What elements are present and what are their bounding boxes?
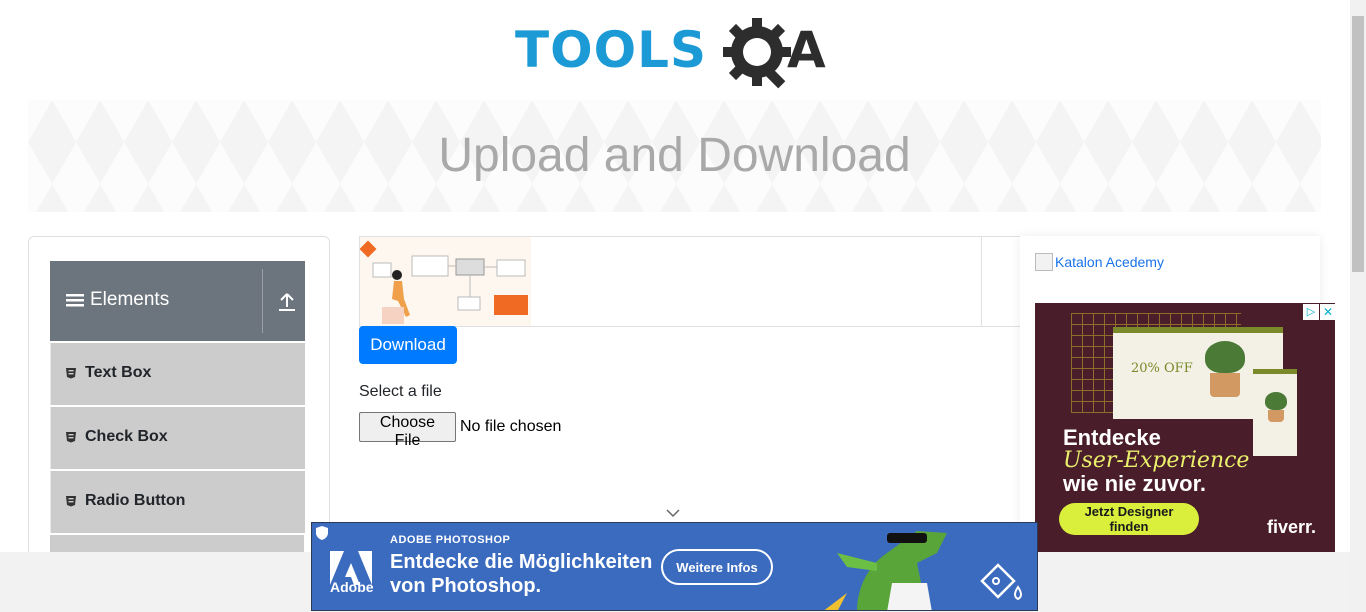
ad-headline-3: wie nie zuvor. xyxy=(1063,471,1207,496)
sidebar-item-label: Check Box xyxy=(65,428,168,446)
group-title-label: Elements xyxy=(90,289,170,310)
hero-image-frame xyxy=(359,236,1021,327)
image-frame-divider xyxy=(981,237,982,326)
adobe-headline-1: Entdecke die Möglichkeiten xyxy=(390,551,653,573)
sidebar-item-radio-button[interactable]: Radio Button xyxy=(50,470,305,533)
katalon-ad-link[interactable]: Katalon Acedemy xyxy=(1035,253,1164,271)
adobe-product-label: ADOBE PHOTOSHOP xyxy=(390,534,511,546)
adobe-ad-banner[interactable]: Adobe ADOBE PHOTOSHOP Entdecke die Mögli… xyxy=(311,522,1038,611)
page-banner: Upload and Download xyxy=(28,100,1321,212)
page-title: Upload and Download xyxy=(438,129,911,182)
sidebar-item-text-box[interactable]: Text Box xyxy=(50,342,305,405)
adobe-headline-2: von Photoshop. xyxy=(390,575,542,597)
close-icon[interactable]: ✕ xyxy=(1320,304,1335,320)
shield-icon[interactable] xyxy=(316,526,328,540)
ad-mockup-small-card xyxy=(1253,369,1297,456)
plant-image xyxy=(1205,341,1245,397)
ad-offer-text: 20% OFF xyxy=(1131,361,1193,376)
toolsqa-logo[interactable]: TOOLS A xyxy=(515,14,840,92)
paint-bucket-icon xyxy=(980,563,1022,601)
katalon-alt-text: Katalon Acedemy xyxy=(1055,254,1164,270)
adobe-cta-button[interactable]: Weitere Infos xyxy=(661,549,773,585)
fiverr-ad-banner[interactable]: 20% OFF Entdecke User-Experience wie nie… xyxy=(1035,303,1335,552)
sidebar-item-partial[interactable] xyxy=(50,534,304,553)
upload-icon[interactable] xyxy=(276,291,298,313)
sidebar-item-label: Radio Button xyxy=(65,492,185,510)
choose-file-button[interactable]: Choose File xyxy=(359,412,456,449)
gear-icon xyxy=(723,18,791,89)
ad-headline-2: User-Experience xyxy=(1063,448,1250,473)
html-icon xyxy=(66,368,76,379)
menu-icon xyxy=(66,294,84,307)
ad-cta-button[interactable]: Jetzt Designer finden xyxy=(1059,503,1199,535)
adobe-brand-text: Adobe xyxy=(330,579,374,595)
html-icon xyxy=(66,496,76,507)
logo-text: TOOLS xyxy=(515,21,707,79)
fiverr-logo: fiverr. xyxy=(1267,517,1317,537)
broken-image-icon xyxy=(1035,253,1053,271)
illustration-image xyxy=(360,237,531,326)
sidebar-item-check-box[interactable]: Check Box xyxy=(50,406,305,469)
sidebar-group-elements[interactable]: Elements xyxy=(50,261,305,341)
header-divider xyxy=(262,269,263,333)
crocodile-illustration xyxy=(824,531,947,610)
download-button[interactable]: Download xyxy=(359,326,457,364)
group-title: Elements xyxy=(66,289,169,311)
scrollbar-thumb[interactable] xyxy=(1352,16,1364,272)
file-status-text: No file chosen xyxy=(460,418,562,435)
small-plant-image xyxy=(1265,392,1287,422)
chevron-down-icon[interactable] xyxy=(666,508,680,518)
logo-letter-a: A xyxy=(787,21,826,79)
select-file-label: Select a file xyxy=(359,383,442,400)
html-icon xyxy=(66,432,76,443)
sidebar-item-label: Text Box xyxy=(65,364,151,382)
adchoices-icon[interactable]: ▷ xyxy=(1303,304,1319,320)
